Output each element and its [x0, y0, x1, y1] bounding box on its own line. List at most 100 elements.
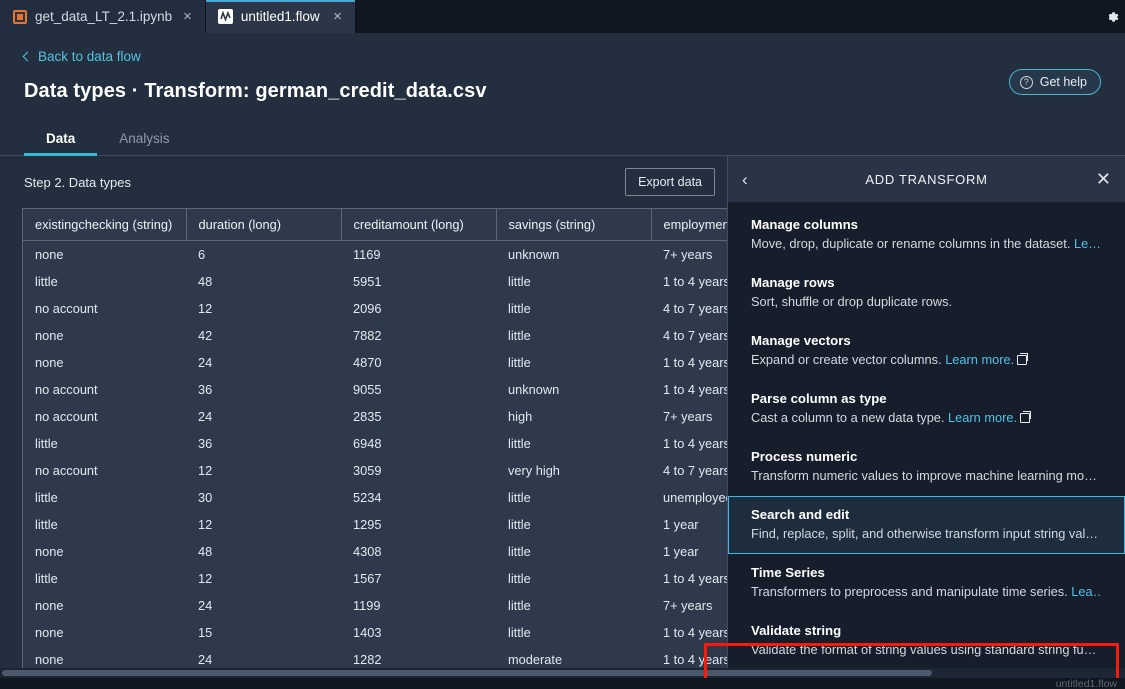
- table-header-row: existingchecking (string) duration (long…: [23, 209, 727, 241]
- close-icon[interactable]: ×: [330, 9, 345, 24]
- table-cell: little: [23, 268, 186, 295]
- table-row[interactable]: little121295little1 year: [23, 511, 727, 538]
- table-cell: little: [496, 322, 651, 349]
- close-icon[interactable]: ×: [180, 9, 195, 24]
- table-cell: 3059: [341, 457, 496, 484]
- transform-list-item[interactable]: Parse column as typeCast a column to a n…: [728, 380, 1125, 438]
- table-cell: none: [23, 322, 186, 349]
- editor-tab-notebook[interactable]: get_data_LT_2.1.ipynb ×: [0, 0, 206, 33]
- editor-tab-flow[interactable]: untitled1.flow ×: [206, 0, 356, 33]
- export-data-button[interactable]: Export data: [625, 168, 715, 196]
- editor-tab-label: get_data_LT_2.1.ipynb: [35, 9, 172, 24]
- learn-more-link[interactable]: Learn more.: [945, 352, 1014, 367]
- add-transform-header: ‹ ADD TRANSFORM ✕: [728, 156, 1125, 202]
- table-cell: little: [496, 349, 651, 376]
- close-icon[interactable]: ✕: [1089, 170, 1111, 188]
- table-row[interactable]: none427882little4 to 7 years: [23, 322, 727, 349]
- table-row[interactable]: little366948little1 to 4 years: [23, 430, 727, 457]
- table-cell: 24: [186, 349, 341, 376]
- table-row[interactable]: none241199little7+ years: [23, 592, 727, 619]
- table-cell: little: [496, 268, 651, 295]
- table-cell: little: [496, 538, 651, 565]
- gear-icon[interactable]: [1103, 8, 1121, 26]
- learn-more-link[interactable]: Lea…: [1071, 584, 1102, 599]
- app-header: Back to data flow Data types · Transform…: [0, 33, 1125, 121]
- table-cell: 6: [186, 241, 341, 269]
- transform-list-item[interactable]: Manage rowsSort, shuffle or drop duplica…: [728, 264, 1125, 322]
- transform-list-item[interactable]: Search and editFind, replace, split, and…: [728, 496, 1125, 554]
- learn-more-link[interactable]: Le…: [1074, 236, 1101, 251]
- get-help-label: Get help: [1040, 75, 1087, 89]
- table-cell: 5951: [341, 268, 496, 295]
- table-cell: 9055: [341, 376, 496, 403]
- table-cell: no account: [23, 295, 186, 322]
- table-row[interactable]: little305234littleunemployed: [23, 484, 727, 511]
- horizontal-scrollbar[interactable]: [0, 668, 1125, 678]
- table-cell: 5234: [341, 484, 496, 511]
- transform-list-item[interactable]: Time SeriesTransformers to preprocess an…: [728, 554, 1125, 612]
- table-cell: 2835: [341, 403, 496, 430]
- table-cell: 12: [186, 511, 341, 538]
- status-bar: untitled1.flow: [0, 678, 1125, 689]
- table-cell: none: [23, 592, 186, 619]
- table-row[interactable]: none61169unknown7+ years: [23, 241, 727, 269]
- table-cell: 1 year: [651, 511, 727, 538]
- table-row[interactable]: no account369055unknown1 to 4 years: [23, 376, 727, 403]
- table-row[interactable]: no account242835high7+ years: [23, 403, 727, 430]
- transform-list-item[interactable]: Manage columnsMove, drop, duplicate or r…: [728, 206, 1125, 264]
- table-row[interactable]: little121567little1 to 4 years: [23, 565, 727, 592]
- table-cell: little: [496, 430, 651, 457]
- table-cell: none: [23, 619, 186, 646]
- table-row[interactable]: no account123059very high4 to 7 years: [23, 457, 727, 484]
- panel-title: ADD TRANSFORM: [764, 172, 1089, 187]
- learn-more-link[interactable]: Learn more.: [948, 410, 1017, 425]
- table-row[interactable]: none484308little1 year: [23, 538, 727, 565]
- transform-item-title: Parse column as type: [751, 391, 1102, 406]
- scrollbar-thumb[interactable]: [2, 670, 932, 676]
- transform-item-description: Transformers to preprocess and manipulat…: [751, 584, 1102, 599]
- table-cell: little: [496, 295, 651, 322]
- column-header[interactable]: savings (string): [496, 209, 651, 241]
- table-row[interactable]: little485951little1 to 4 years: [23, 268, 727, 295]
- column-header[interactable]: duration (long): [186, 209, 341, 241]
- table-cell: little: [496, 592, 651, 619]
- flow-icon: [218, 9, 233, 24]
- add-transform-panel: ‹ ADD TRANSFORM ✕ Manage columnsMove, dr…: [727, 156, 1125, 678]
- column-header[interactable]: creditamount (long): [341, 209, 496, 241]
- transform-item-description: Find, replace, split, and otherwise tran…: [751, 526, 1102, 541]
- table-cell: 30: [186, 484, 341, 511]
- table-cell: unemployed: [651, 484, 727, 511]
- chevron-left-icon[interactable]: ‹: [742, 171, 764, 188]
- table-cell: 15: [186, 619, 341, 646]
- data-table-container[interactable]: existingchecking (string) duration (long…: [22, 208, 727, 678]
- table-cell: 1567: [341, 565, 496, 592]
- table-cell: 2096: [341, 295, 496, 322]
- transform-item-description: Sort, shuffle or drop duplicate rows.: [751, 294, 1102, 309]
- table-cell: 1 to 4 years: [651, 430, 727, 457]
- get-help-button[interactable]: ? Get help: [1009, 69, 1101, 95]
- table-cell: none: [23, 538, 186, 565]
- table-cell: 7+ years: [651, 241, 727, 269]
- table-cell: 42: [186, 322, 341, 349]
- tab-analysis[interactable]: Analysis: [97, 121, 191, 155]
- back-link-label: Back to data flow: [38, 49, 141, 64]
- table-cell: 1 to 4 years: [651, 268, 727, 295]
- data-table: existingchecking (string) duration (long…: [23, 209, 727, 678]
- table-cell: 4870: [341, 349, 496, 376]
- column-header[interactable]: existingchecking (string): [23, 209, 186, 241]
- transform-list[interactable]: Manage columnsMove, drop, duplicate or r…: [728, 202, 1125, 678]
- tab-data[interactable]: Data: [24, 121, 97, 155]
- table-row[interactable]: none151403little1 to 4 years: [23, 619, 727, 646]
- table-cell: none: [23, 241, 186, 269]
- transform-list-item[interactable]: Validate stringValidate the format of st…: [728, 612, 1125, 670]
- notebook-icon: [12, 9, 27, 24]
- transform-list-item[interactable]: Process numericTransform numeric values …: [728, 438, 1125, 496]
- transform-list-item[interactable]: Manage vectorsExpand or create vector co…: [728, 322, 1125, 380]
- back-to-data-flow-link[interactable]: Back to data flow: [24, 49, 141, 64]
- table-cell: 36: [186, 376, 341, 403]
- table-row[interactable]: no account122096little4 to 7 years: [23, 295, 727, 322]
- table-row[interactable]: none244870little1 to 4 years: [23, 349, 727, 376]
- external-link-icon: [1017, 355, 1027, 365]
- table-cell: little: [23, 484, 186, 511]
- column-header[interactable]: employmentsince (string): [651, 209, 727, 241]
